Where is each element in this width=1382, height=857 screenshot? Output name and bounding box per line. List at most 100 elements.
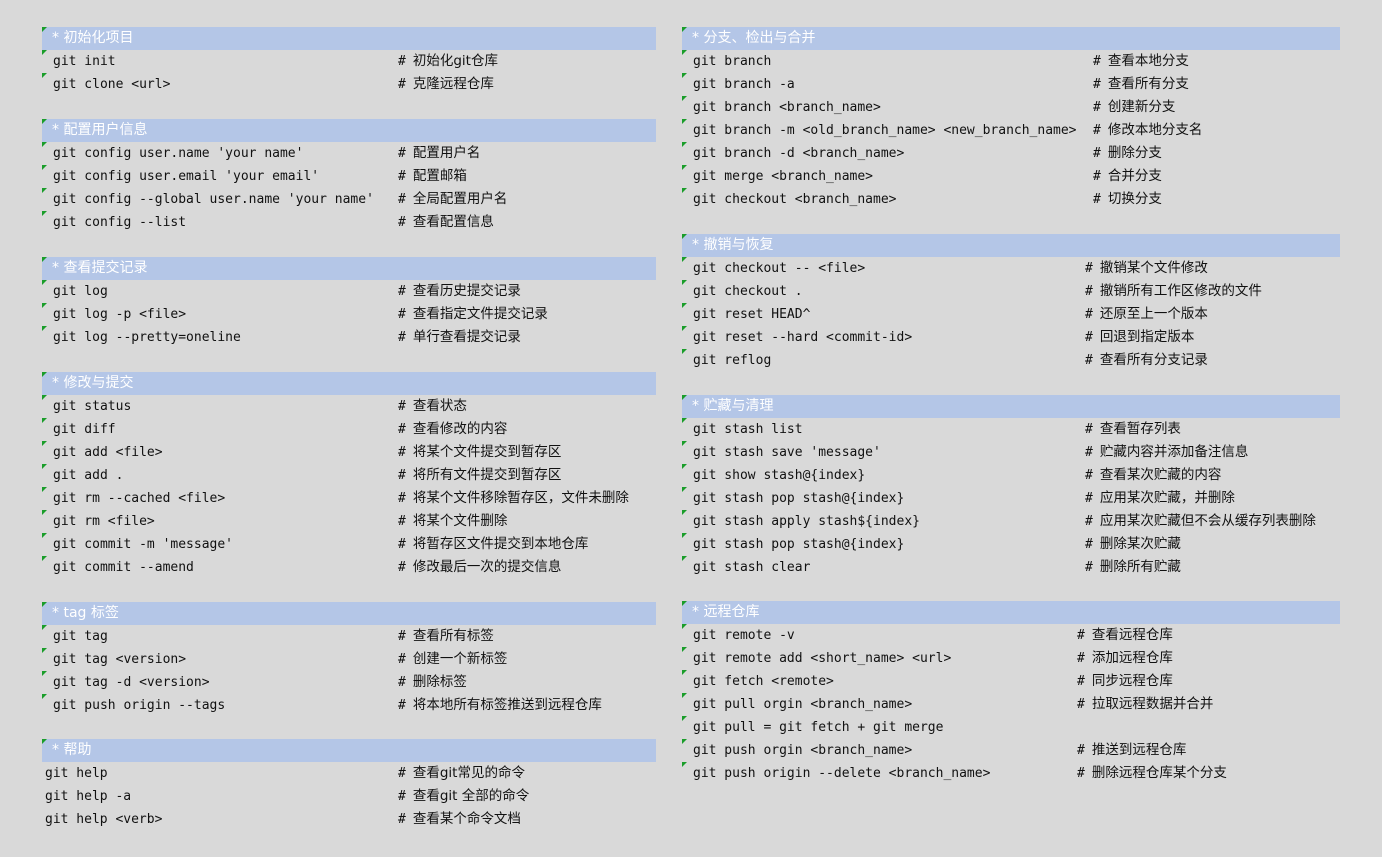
description-text: 查看所有标签 bbox=[412, 628, 494, 644]
command-text: git help -a bbox=[45, 789, 132, 804]
command-text: git checkout . bbox=[693, 284, 803, 299]
command-row: git checkout <branch_name> # 切换分支 bbox=[682, 188, 1340, 211]
section-title: * 分支、检出与合并 bbox=[682, 27, 1340, 50]
command-text: git clone <url> bbox=[53, 77, 171, 92]
description-text: 查看修改的内容 bbox=[412, 421, 508, 437]
command-description: # 将所有文件提交到暂存区 bbox=[398, 464, 561, 487]
comment-hash: # bbox=[398, 675, 406, 690]
command-text: git pull = git fetch + git merge bbox=[693, 720, 944, 735]
command-text: git remote add <short_name> <url> bbox=[693, 651, 952, 666]
description-text: 应用某次贮藏，并删除 bbox=[1099, 490, 1235, 506]
command-description: # 查看历史提交记录 bbox=[398, 280, 521, 303]
command-text: git branch -m <old_branch_name> <new_bra… bbox=[693, 123, 1077, 138]
comment-hash: # bbox=[398, 146, 406, 161]
command-description: # 查看修改的内容 bbox=[398, 418, 507, 441]
section-title: * 查看提交记录 bbox=[42, 257, 656, 280]
comment-hash: # bbox=[398, 445, 406, 460]
section-tag: * tag 标签 git tag # 查看所有标签 git tag <version> #… bbox=[42, 602, 656, 717]
command-text: git stash pop stash@{index} bbox=[693, 537, 905, 552]
command-row: git rm --cached <file> # 将某个文件移除暂存区，文件未删除 bbox=[42, 487, 656, 510]
command-text: git help <verb> bbox=[45, 812, 163, 827]
command-description: # 查看远程仓库 bbox=[1077, 624, 1173, 647]
command-text: git log --pretty=oneline bbox=[53, 330, 241, 345]
section-title: * tag 标签 bbox=[42, 602, 656, 625]
command-description: # 撤销某个文件修改 bbox=[1085, 257, 1208, 280]
command-description: # 回退到指定版本 bbox=[1085, 326, 1194, 349]
command-description: # 推送到远程仓库 bbox=[1077, 739, 1186, 762]
command-row: git stash save 'message' # 贮藏内容并添加备注信息 bbox=[682, 441, 1340, 464]
command-description: # 查看暂存列表 bbox=[1085, 418, 1181, 441]
comment-hash: # bbox=[1093, 123, 1101, 138]
command-description: # 删除所有贮藏 bbox=[1085, 556, 1181, 579]
comment-hash: # bbox=[1085, 353, 1093, 368]
description-text: 将本地所有标签推送到远程仓库 bbox=[412, 697, 602, 713]
command-row: git clone <url> # 克隆远程仓库 bbox=[42, 73, 656, 96]
command-description: # 单行查看提交记录 bbox=[398, 326, 521, 349]
command-row: git config user.email 'your email' # 配置邮箱 bbox=[42, 165, 656, 188]
comment-hash: # bbox=[1093, 77, 1101, 92]
command-text: git stash list bbox=[693, 422, 803, 437]
command-text: git rm <file> bbox=[53, 514, 155, 529]
command-row: git tag <version> # 创建一个新标签 bbox=[42, 648, 656, 671]
command-row: git commit --amend # 修改最后一次的提交信息 bbox=[42, 556, 656, 579]
command-row: git reset --hard <commit-id> # 回退到指定版本 bbox=[682, 326, 1340, 349]
comment-hash: # bbox=[1085, 468, 1093, 483]
description-text: 初始化git仓库 bbox=[412, 53, 498, 69]
command-row: git stash clear # 删除所有贮藏 bbox=[682, 556, 1340, 579]
comment-hash: # bbox=[398, 422, 406, 437]
command-row: git tag # 查看所有标签 bbox=[42, 625, 656, 648]
command-text: git commit --amend bbox=[53, 560, 194, 575]
section-title: * 配置用户信息 bbox=[42, 119, 656, 142]
command-description: # 创建新分支 bbox=[1093, 96, 1175, 119]
command-row: git fetch <remote> # 同步远程仓库 bbox=[682, 670, 1340, 693]
comment-hash: # bbox=[1093, 192, 1101, 207]
command-description: # 将某个文件提交到暂存区 bbox=[398, 441, 561, 464]
command-row: git help -a # 查看git 全部的命令 bbox=[42, 785, 656, 808]
command-description: # 初始化git仓库 bbox=[398, 50, 498, 73]
command-text: git rm --cached <file> bbox=[53, 491, 226, 506]
command-row: git add <file> # 将某个文件提交到暂存区 bbox=[42, 441, 656, 464]
command-row: git pull = git fetch + git merge bbox=[682, 716, 1340, 739]
comment-hash: # bbox=[1093, 54, 1101, 69]
command-row: git branch -m <old_branch_name> <new_bra… bbox=[682, 119, 1340, 142]
command-text: git config user.name 'your name' bbox=[53, 146, 304, 161]
command-text: git checkout <branch_name> bbox=[693, 192, 897, 207]
comment-hash: # bbox=[398, 77, 406, 92]
description-text: 单行查看提交记录 bbox=[412, 329, 521, 345]
command-row: git branch -d <branch_name> # 删除分支 bbox=[682, 142, 1340, 165]
command-description: # 应用某次贮藏但不会从缓存列表删除 bbox=[1085, 510, 1316, 533]
command-description: # 修改本地分支名 bbox=[1093, 119, 1202, 142]
section-branch: * 分支、检出与合并 git branch # 查看本地分支 git branch -a… bbox=[682, 27, 1340, 211]
description-text: 查看配置信息 bbox=[412, 214, 494, 230]
comment-hash: # bbox=[1077, 743, 1085, 758]
command-row: git init # 初始化git仓库 bbox=[42, 50, 656, 73]
command-text: git merge <branch_name> bbox=[693, 169, 874, 184]
section-title: * 帮助 bbox=[42, 739, 656, 762]
command-row: git pull orgin <branch_name> # 拉取远程数据并合并 bbox=[682, 693, 1340, 716]
description-text: 同步远程仓库 bbox=[1091, 673, 1173, 689]
command-row: git diff # 查看修改的内容 bbox=[42, 418, 656, 441]
comment-hash: # bbox=[1077, 766, 1085, 781]
command-description: # 删除远程仓库某个分支 bbox=[1077, 762, 1227, 785]
section-log: * 查看提交记录 git log # 查看历史提交记录 git log -p <file… bbox=[42, 257, 656, 349]
description-text: 将所有文件提交到暂存区 bbox=[412, 467, 562, 483]
command-row: git add . # 将所有文件提交到暂存区 bbox=[42, 464, 656, 487]
description-text: 修改最后一次的提交信息 bbox=[412, 559, 562, 575]
comment-hash: # bbox=[398, 514, 406, 529]
description-text: 推送到远程仓库 bbox=[1091, 742, 1187, 758]
command-row: git config user.name 'your name' # 配置用户名 bbox=[42, 142, 656, 165]
command-description: # 查看所有分支 bbox=[1093, 73, 1189, 96]
command-text: git log -p <file> bbox=[53, 307, 187, 322]
command-row: git log --pretty=oneline # 单行查看提交记录 bbox=[42, 326, 656, 349]
command-description: # 克隆远程仓库 bbox=[398, 73, 494, 96]
section-help: * 帮助 git help # 查看git常见的命令 git help -a # 查看git… bbox=[42, 739, 656, 831]
command-description: # 添加远程仓库 bbox=[1077, 647, 1173, 670]
command-description: # 全局配置用户名 bbox=[398, 188, 507, 211]
description-text: 将某个文件提交到暂存区 bbox=[412, 444, 562, 460]
command-row: git merge <branch_name> # 合并分支 bbox=[682, 165, 1340, 188]
command-row: git help <verb> # 查看某个命令文档 bbox=[42, 808, 656, 831]
command-description: # 创建一个新标签 bbox=[398, 648, 507, 671]
command-row: git status # 查看状态 bbox=[42, 395, 656, 418]
command-row: git stash pop stash@{index} # 删除某次贮藏 bbox=[682, 533, 1340, 556]
command-text: git stash apply stash${index} bbox=[693, 514, 920, 529]
